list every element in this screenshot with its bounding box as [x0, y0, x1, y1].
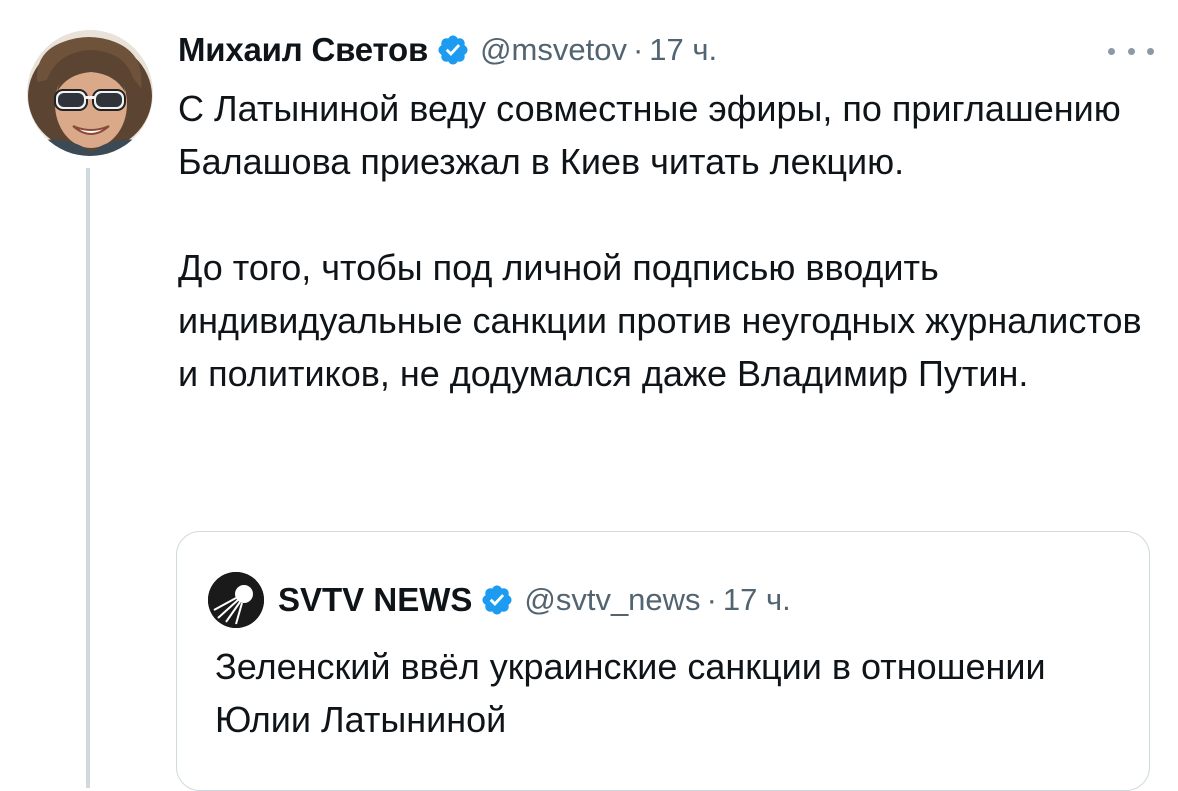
- quoted-author-avatar[interactable]: [208, 572, 264, 628]
- more-options-icon[interactable]: [1108, 44, 1154, 58]
- more-dot: [1108, 47, 1115, 55]
- tweet-timestamp[interactable]: 17 ч.: [649, 32, 717, 68]
- tweet-paragraph: До того, чтобы под личной подписью вводи…: [178, 247, 1142, 394]
- author-handle[interactable]: @msvetov: [480, 32, 627, 68]
- quoted-header-separator: ·: [706, 582, 717, 617]
- author-avatar-image: [27, 30, 153, 156]
- quoted-tweet-header: SVTV NEWS @svtv_news · 17 ч.: [208, 572, 791, 628]
- more-dot: [1127, 47, 1135, 55]
- author-name[interactable]: Михаил Светов: [178, 31, 428, 69]
- header-separator: ·: [632, 32, 644, 67]
- verified-badge-icon: [480, 583, 514, 617]
- author-avatar[interactable]: [27, 30, 153, 156]
- tweet-paragraph: С Латыниной веду совместные эфиры, по пр…: [178, 88, 1121, 182]
- quoted-tweet-timestamp[interactable]: 17 ч.: [723, 582, 791, 618]
- quoted-author-name[interactable]: SVTV NEWS: [278, 581, 472, 619]
- tweet-header: Михаил Светов @msvetov · 17 ч.: [178, 28, 717, 72]
- tweet-text: С Латыниной веду совместные эфиры, по пр…: [178, 82, 1158, 400]
- quoted-tweet-card[interactable]: SVTV NEWS @svtv_news · 17 ч. Зеленский в…: [176, 531, 1150, 791]
- quoted-tweet-text: Зеленский ввёл украинские санкции в отно…: [215, 646, 1046, 740]
- more-dot: [1147, 47, 1154, 55]
- quoted-author-handle[interactable]: @svtv_news: [524, 582, 700, 618]
- verified-badge-icon: [436, 33, 470, 67]
- thread-line: [86, 168, 90, 788]
- sputnik-logo-icon: [208, 572, 264, 628]
